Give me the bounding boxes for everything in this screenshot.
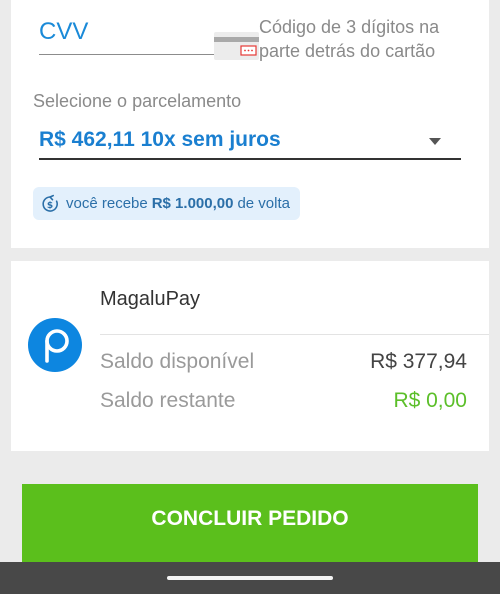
cashback-amount: R$ 1.000,00 [151,195,234,212]
svg-text:$: $ [47,201,53,211]
cvv-input[interactable]: CVV [39,14,259,60]
cvv-placeholder: CVV [39,18,89,45]
home-indicator[interactable] [167,576,333,580]
installment-label: Selecione o parcelamento [33,91,242,111]
cashback-icon: $ [40,194,60,214]
available-balance-value: R$ 377,94 [370,350,467,373]
magalupay-card[interactable]: MagaluPay Saldo disponível R$ 377,94 Sal… [11,261,489,451]
remaining-balance-label: Saldo restante [100,389,236,412]
available-balance-label: Saldo disponível [100,350,255,373]
remaining-balance-value: R$ 0,00 [393,389,467,412]
magalupay-logo [28,318,82,372]
available-balance-row: Saldo disponível R$ 377,94 [100,350,467,374]
system-nav-bar [0,562,500,594]
installment-select[interactable]: R$ 462,11 10x sem juros [39,123,461,160]
chevron-down-icon [429,138,441,145]
wallet-name: MagaluPay [100,288,201,310]
submit-order-button[interactable]: CONCLUIR PEDIDO [22,484,478,562]
cvv-hint: Código de 3 dígitos na parte detrás do c… [259,17,440,61]
cashback-suffix: de volta [237,195,290,212]
cashback-prefix: você recebe [66,195,148,212]
divider [100,334,489,335]
installment-selected-value: R$ 462,11 10x sem juros [39,128,281,151]
payment-card: CVV Código de 3 dígitos na parte detrás … [11,0,489,248]
credit-card-icon [214,32,259,60]
cashback-badge: $ você recebe R$ 1.000,00 de volta [33,187,300,220]
remaining-balance-row: Saldo restante R$ 0,00 [100,389,467,413]
